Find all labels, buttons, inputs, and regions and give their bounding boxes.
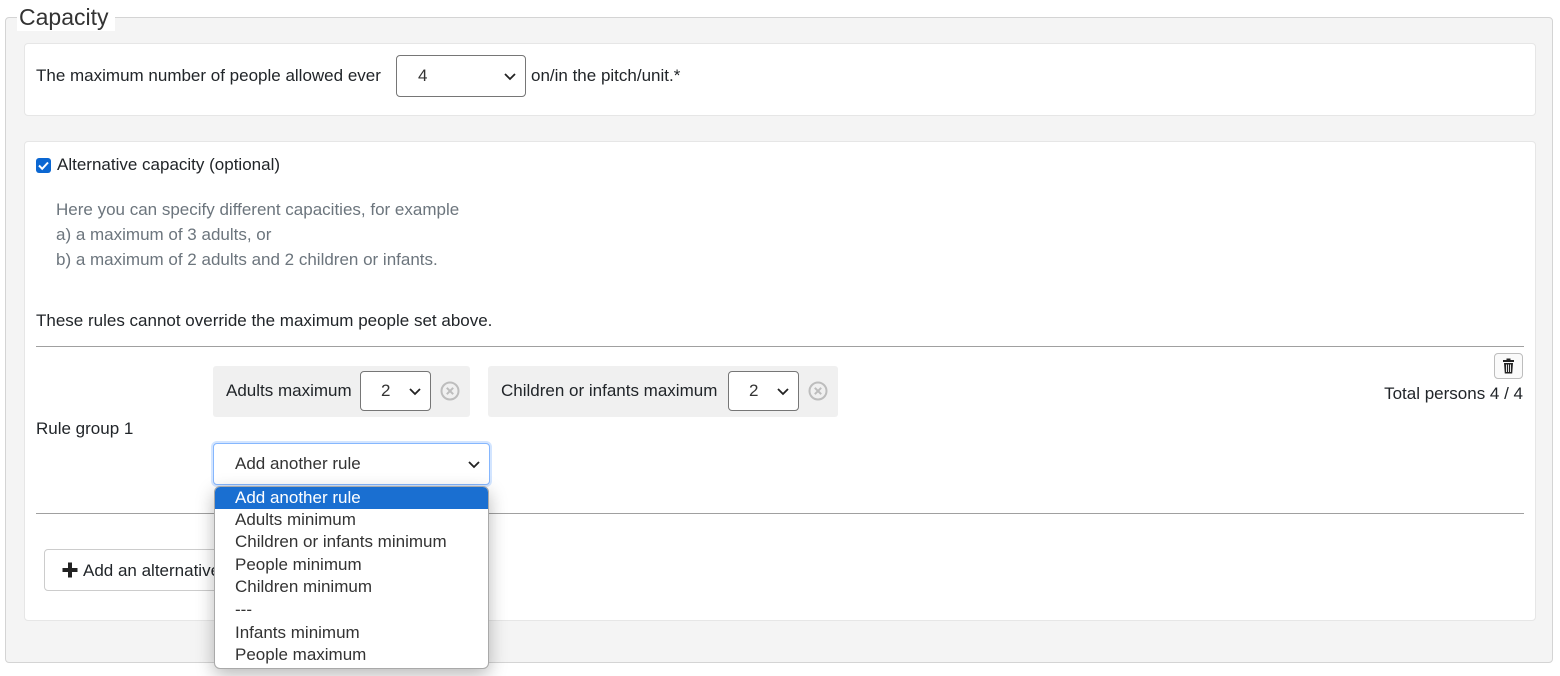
max-people-select[interactable]: 4 — [396, 55, 526, 97]
divider-top — [36, 346, 1524, 347]
rule-adults-max: Adults maximum 2 — [213, 366, 470, 417]
chevron-down-icon — [468, 461, 480, 469]
dropdown-option[interactable]: Infants minimum — [215, 622, 488, 644]
add-alternative-label: Add an alternative — [83, 561, 221, 580]
help-line-2: a) a maximum of 3 adults, or — [56, 225, 272, 244]
alt-capacity-checkbox[interactable] — [36, 158, 51, 173]
dropdown-option[interactable]: Children or infants minimum — [215, 531, 488, 553]
add-alternative-button[interactable]: Add an alternative — [44, 549, 224, 591]
capacity-legend: Capacity — [17, 3, 116, 31]
rule-adults-max-value: 2 — [381, 381, 391, 400]
dropdown-option[interactable]: Adults minimum — [215, 509, 488, 531]
max-people-suffix: on/in the pitch/unit.* — [531, 66, 681, 85]
rule-children-max-label: Children or infants maximum — [501, 381, 718, 400]
delete-rule-group-button[interactable] — [1494, 353, 1523, 379]
help-line-3: b) a maximum of 2 adults and 2 children … — [56, 250, 438, 269]
alt-capacity-label: Alternative capacity (optional) — [57, 155, 281, 174]
add-rule-select[interactable]: Add another rule — [213, 443, 490, 485]
add-rule-dropdown-list: Add another rule Adults minimum Children… — [214, 486, 489, 669]
dropdown-option[interactable]: People minimum — [215, 554, 488, 576]
rules-note: These rules cannot override the maximum … — [36, 311, 493, 330]
dropdown-option[interactable]: Children minimum — [215, 576, 488, 598]
rule-children-max-value: 2 — [749, 381, 759, 400]
total-persons: Total persons 4 / 4 — [1384, 384, 1523, 403]
checkmark-icon — [38, 161, 49, 171]
chevron-down-icon — [409, 388, 421, 396]
max-people-value: 4 — [418, 66, 428, 85]
rule-children-max: Children or infants maximum 2 — [488, 366, 838, 417]
dropdown-option[interactable]: People maximum — [215, 644, 488, 666]
add-rule-select-value: Add another rule — [235, 454, 361, 473]
rule-children-max-select[interactable]: 2 — [728, 371, 799, 411]
remove-circle-icon[interactable] — [808, 381, 828, 401]
remove-circle-icon[interactable] — [440, 381, 460, 401]
chevron-down-icon — [777, 388, 789, 396]
rule-adults-max-select[interactable]: 2 — [360, 371, 431, 411]
chevron-down-icon — [504, 73, 516, 81]
dropdown-separator: --- — [235, 600, 252, 619]
max-people-prefix: The maximum number of people allowed eve… — [36, 66, 381, 85]
rule-group-label: Rule group 1 — [36, 419, 134, 438]
dropdown-option[interactable]: Add another rule — [215, 487, 488, 509]
rule-adults-max-label: Adults maximum — [226, 381, 352, 400]
trash-icon — [1503, 358, 1514, 374]
plus-icon — [62, 562, 78, 578]
help-line-1: Here you can specify different capacitie… — [56, 200, 460, 219]
